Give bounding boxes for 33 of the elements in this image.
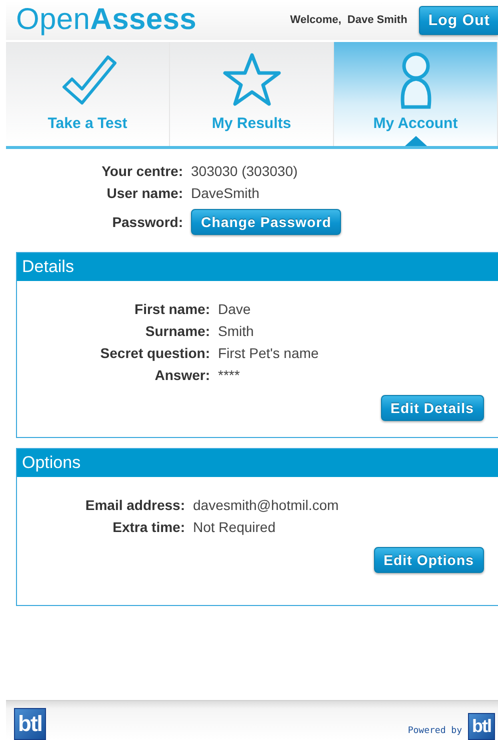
field-label: User name: [106, 185, 183, 201]
panel-header: Details [17, 253, 498, 281]
logo: OpenAssess [16, 3, 196, 37]
field-value: Smith [218, 323, 255, 339]
edit-button[interactable]: Edit Details [380, 395, 484, 421]
star-icon [222, 51, 282, 109]
btl-logo: btl [468, 713, 495, 740]
edit-button[interactable]: Edit Options [374, 547, 484, 573]
field-value: 303030 (303030) [191, 163, 299, 179]
field-label: Answer: [154, 367, 210, 383]
field-value: DaveSmith [191, 185, 260, 201]
field-label: Extra time: [112, 519, 185, 535]
panel-header: Options [17, 449, 498, 477]
selected-pointer [404, 136, 426, 146]
welcome-text: Welcome, Dave Smith [290, 14, 408, 26]
field-value: Dave [218, 301, 252, 317]
nav-tab[interactable]: Take a Test [6, 42, 170, 146]
field-value: davesmith@hotmil.com [193, 497, 340, 513]
powered-by-text: Powered by [408, 726, 462, 736]
logout-button[interactable]: Log Out [419, 6, 498, 34]
field-value: **** [218, 367, 241, 383]
field-label: Your centre: [100, 163, 183, 179]
field-label: Secret question: [99, 345, 210, 361]
field-label: Email address: [84, 497, 185, 513]
field-label: Password: [111, 214, 183, 230]
field-value: First Pet's name [218, 345, 320, 361]
change-password-button[interactable]: Change Password [191, 209, 342, 235]
nav-tab[interactable]: My Account [334, 42, 498, 146]
field-label: Surname: [144, 323, 210, 339]
field-value: Not Required [193, 519, 276, 535]
btl-logo: btl [14, 708, 46, 740]
field-label: First name: [134, 301, 210, 317]
nav-tab[interactable]: My Results [170, 42, 334, 146]
